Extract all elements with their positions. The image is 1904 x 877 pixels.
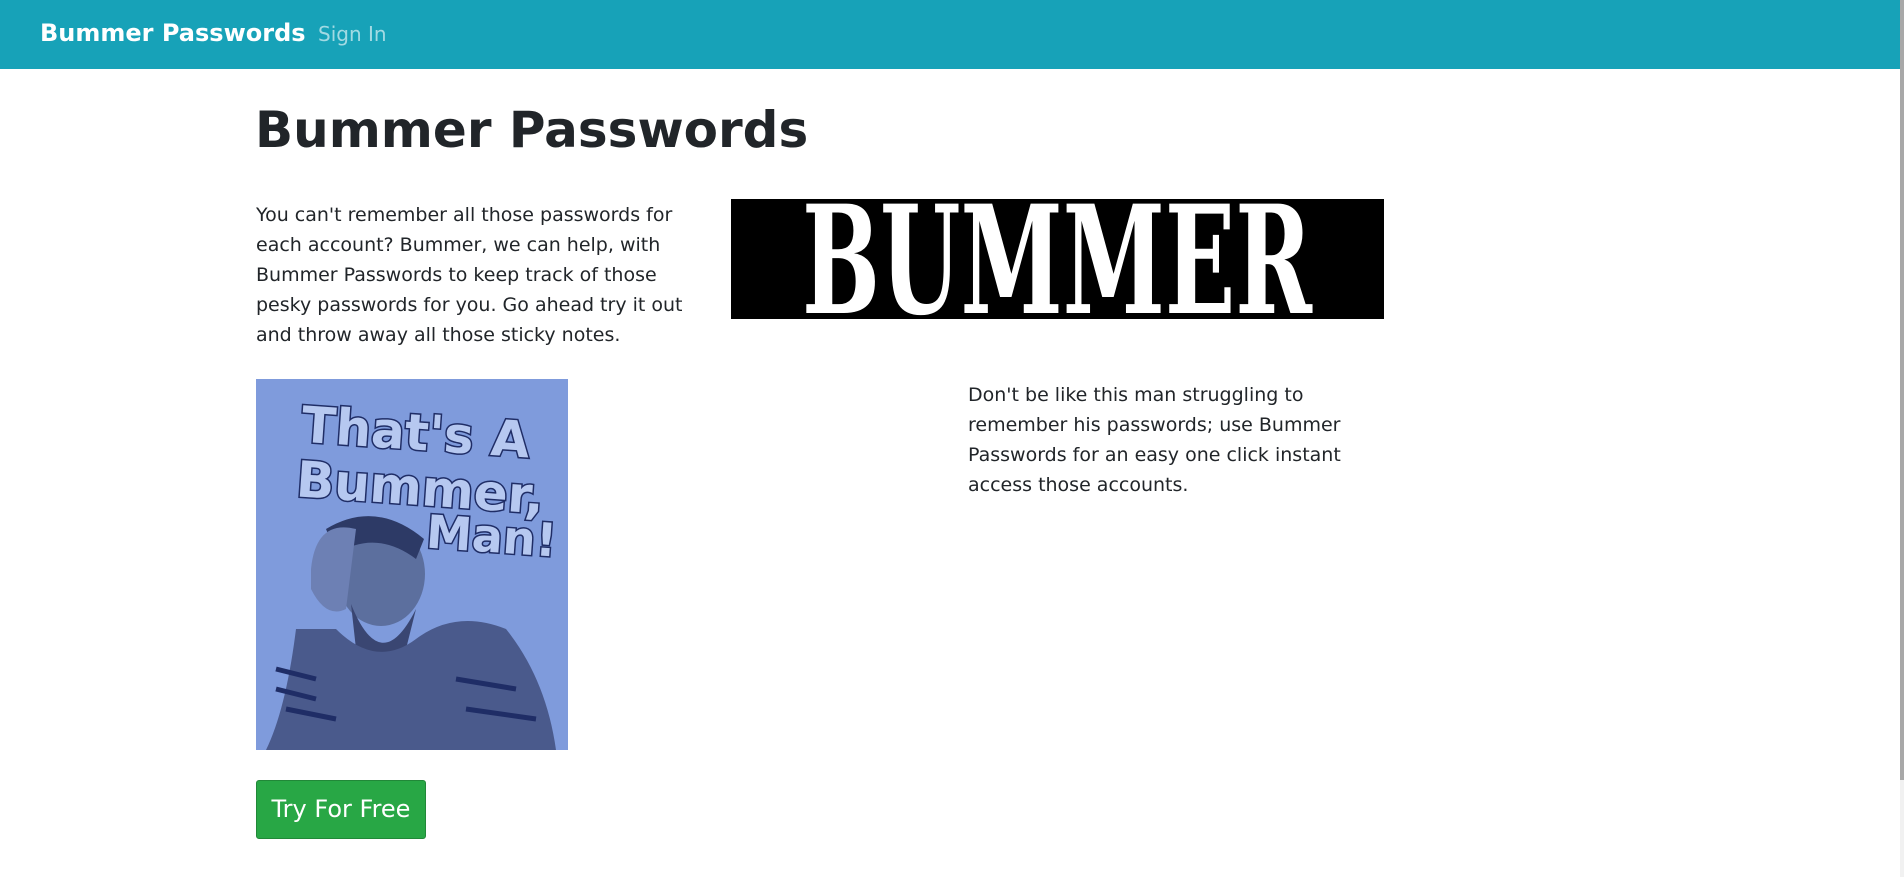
page-title: Bummer Passwords — [255, 101, 809, 159]
intro-paragraph: You can't remember all those passwords f… — [256, 204, 683, 346]
bummer-logo-image: BUMMER — [731, 199, 1384, 319]
try-for-free-button[interactable]: Try For Free — [256, 780, 426, 839]
sign-in-link[interactable]: Sign In — [318, 22, 387, 46]
tshirt-text-line-3: Man! — [425, 505, 559, 568]
brand-link[interactable]: Bummer Passwords — [40, 19, 306, 47]
scrollbar-thumb[interactable] — [1900, 0, 1904, 780]
bummer-man-tshirt-image: That's A Bummer, Man! — [256, 379, 568, 750]
top-navbar: Bummer Passwords Sign In — [0, 0, 1900, 69]
vertical-scrollbar[interactable] — [1900, 0, 1904, 877]
bummer-logo-text: BUMMER — [802, 199, 1313, 319]
side-paragraph: Don't be like this man struggling to rem… — [968, 384, 1341, 496]
